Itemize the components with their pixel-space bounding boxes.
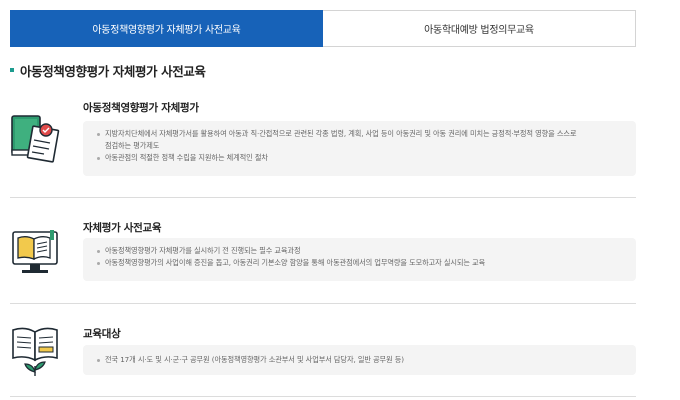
section-title-text: 아동정책영향평가 자체평가 사전교육 — [20, 63, 206, 79]
description-box: 지방자치단체에서 자체평가서를 활용하여 아동과 직·간접적으로 관련된 각종 … — [83, 121, 636, 176]
divider — [10, 197, 636, 198]
block-heading: 교육대상 — [83, 328, 121, 340]
divider — [10, 303, 636, 304]
tab-bar: 아동정책영향평가 자체평가 사전교육 아동학대예방 법정의무교육 — [10, 10, 636, 47]
block-heading: 자체평가 사전교육 — [83, 222, 162, 234]
online-book-icon — [10, 224, 66, 280]
open-book-plant-icon — [10, 322, 66, 378]
description-line: 아동정책영향평가 자체평가를 실시하기 전 진행되는 필수 교육과정 — [97, 245, 626, 257]
description-box: 아동정책영향평가 자체평가를 실시하기 전 진행되는 필수 교육과정 아동정책영… — [83, 238, 636, 281]
book-checklist-icon — [10, 110, 66, 166]
description-line: 아동정책영향평가의 사업이해 증진을 돕고, 아동권리 기본소양 함양을 통해 … — [97, 257, 626, 269]
section-bullet-icon — [10, 68, 14, 72]
description-line: 전국 17개 시·도 및 시·군·구 공무원 (아동정책영향평가 소관부서 및 … — [97, 354, 626, 366]
tab-self-evaluation-training[interactable]: 아동정책영향평가 자체평가 사전교육 — [10, 10, 323, 47]
description-line: 지방자치단체에서 자체평가서를 활용하여 아동과 직·간접적으로 관련된 각종 … — [97, 128, 626, 140]
tab-child-abuse-prevention[interactable]: 아동학대예방 법정의무교육 — [323, 10, 636, 47]
block-heading: 아동정책영향평가 자체평가 — [83, 102, 199, 114]
section-title: 아동정책영향평가 자체평가 사전교육 — [10, 60, 206, 80]
description-line: 아동관점의 적절한 정책 수립을 지원하는 체계적인 절차 — [97, 152, 626, 164]
divider — [10, 396, 636, 397]
description-line-continued: 점검하는 평가제도 — [105, 141, 160, 150]
description-box: 전국 17개 시·도 및 시·군·구 공무원 (아동정책영향평가 소관부서 및 … — [83, 345, 636, 375]
